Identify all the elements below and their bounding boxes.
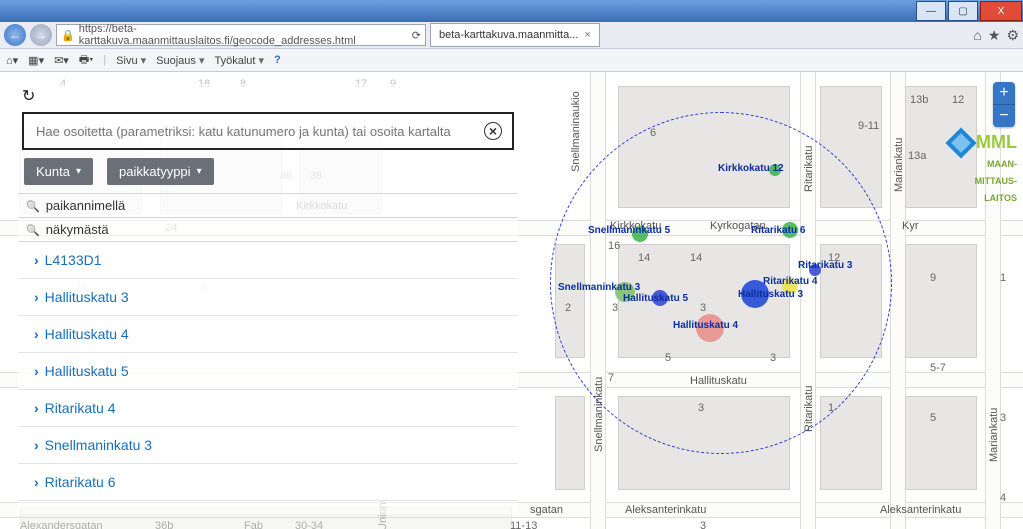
house-number: 4 xyxy=(1000,492,1006,504)
geocode-point-label: Hallituskatu 3 xyxy=(738,289,803,300)
browser-tab[interactable]: beta-karttakuva.maanmitta... × xyxy=(430,23,600,47)
reload-icon[interactable]: ⟳ xyxy=(412,29,421,42)
building-block xyxy=(905,244,977,358)
nav-forward-button[interactable]: → xyxy=(30,24,52,46)
url-text: https://beta-karttakuva.maanmittauslaito… xyxy=(79,23,408,47)
menu-page[interactable]: Sivu xyxy=(116,54,146,67)
tab-title: beta-karttakuva.maanmitta... xyxy=(439,29,578,41)
search-result-item[interactable]: Ritarikatu 6 xyxy=(18,464,518,501)
lock-icon: 🔒 xyxy=(61,29,75,42)
ie-command-bar: ⌂▾ ▦▾ ✉▾ 🖶▾ | Sivu Suojaus Työkalut ? xyxy=(0,49,1023,72)
street-label: Mariankatu xyxy=(893,138,905,192)
mml-diamond-icon xyxy=(945,127,976,158)
mail-icon[interactable]: ✉▾ xyxy=(54,54,69,67)
zoom-out-button[interactable]: − xyxy=(993,105,1015,127)
filter-paikkatyyppi-dropdown[interactable]: paikkatyyppi xyxy=(107,158,214,185)
address-search-box: × xyxy=(22,112,514,150)
nav-back-button[interactable]: ← xyxy=(4,24,26,46)
search-results-list: L4133D1Hallituskatu 3Hallituskatu 4Halli… xyxy=(18,241,518,501)
filter-by-view[interactable]: näkymästä xyxy=(18,217,518,241)
filter-by-placename[interactable]: paikannimellä xyxy=(18,193,518,217)
street-label: Mariankatu xyxy=(988,408,1000,462)
menu-security[interactable]: Suojaus xyxy=(156,54,204,67)
search-panel: ↻ × Kunta paikkatyyppi paikannimellä näk… xyxy=(18,84,518,514)
window-minimize[interactable]: — xyxy=(916,1,946,21)
favorites-icon[interactable]: ★ xyxy=(988,27,1001,44)
house-number: 3 xyxy=(700,520,706,529)
street-label: Aleksanterinkatu xyxy=(880,504,961,516)
house-number: 36b xyxy=(155,520,173,529)
house-number: 1 xyxy=(1000,272,1006,284)
search-result-item[interactable]: Snellmaninkatu 3 xyxy=(18,427,518,464)
geocode-point-label: Snellmaninkatu 3 xyxy=(558,282,640,293)
house-number: 9-11 xyxy=(858,120,879,132)
search-result-item[interactable]: Hallituskatu 3 xyxy=(18,279,518,316)
help-icon[interactable]: ? xyxy=(274,54,281,66)
street-label: Kyr xyxy=(902,220,919,232)
geocode-point-label: Ritarikatu 6 xyxy=(751,225,805,236)
home-small-icon[interactable]: ⌂▾ xyxy=(6,54,18,67)
house-number: 13a xyxy=(908,150,926,162)
house-number: 5-7 xyxy=(930,362,946,374)
geocode-point-label: Hallituskatu 4 xyxy=(673,320,738,331)
settings-gear-icon[interactable]: ⚙ xyxy=(1006,27,1019,44)
window-maximize[interactable]: ▢ xyxy=(948,1,978,21)
tab-close-icon[interactable]: × xyxy=(584,29,590,41)
feeds-icon[interactable]: ▦▾ xyxy=(28,54,44,67)
house-number: 30-34 xyxy=(295,520,323,529)
search-result-item[interactable]: L4133D1 xyxy=(18,242,518,279)
url-field[interactable]: 🔒 https://beta-karttakuva.maanmittauslai… xyxy=(56,24,426,46)
geocode-point-label: Kirkkokatu 12 xyxy=(718,163,784,174)
street-label: Alexandersgatan xyxy=(20,520,103,529)
window-titlebar: — ▢ X xyxy=(0,0,1023,22)
house-number: 13b xyxy=(910,94,928,106)
street-label: Snellmaninaukio xyxy=(570,91,582,172)
map-canvas[interactable]: Kirkkokatu Kirkkokatu Kyrkogatan Kyr Hal… xyxy=(0,72,1023,529)
house-number: 12 xyxy=(952,94,964,106)
search-result-item[interactable]: Hallituskatu 4 xyxy=(18,316,518,353)
browser-tools: ⌂ ★ ⚙ xyxy=(973,27,1019,44)
search-result-item[interactable]: Hallituskatu 5 xyxy=(18,353,518,390)
search-icon xyxy=(26,198,40,213)
street-label: Fab xyxy=(244,520,263,529)
building-block xyxy=(905,396,977,490)
search-result-item[interactable]: Ritarikatu 4 xyxy=(18,390,518,427)
browser-address-bar: ← → 🔒 https://beta-karttakuva.maanmittau… xyxy=(0,22,1023,49)
window-close[interactable]: X xyxy=(980,1,1022,21)
house-number: 3 xyxy=(1000,412,1006,424)
house-number: 11-13 xyxy=(510,520,537,529)
geocode-point-label: Snellmaninkatu 5 xyxy=(588,225,670,236)
home-icon[interactable]: ⌂ xyxy=(973,27,981,44)
geocode-point-label: Ritarikatu 3 xyxy=(798,260,852,271)
print-icon[interactable]: 🖶▾ xyxy=(79,51,93,70)
house-number: 5 xyxy=(930,412,936,424)
geocode-point-label: Hallituskatu 5 xyxy=(623,293,688,304)
clear-search-icon[interactable]: × xyxy=(484,122,502,140)
street-label: Aleksanterinkatu xyxy=(625,504,706,516)
search-icon xyxy=(26,222,40,237)
mml-logo: MML MAAN- MITTAUS- LAITOS xyxy=(950,132,1017,205)
geocode-point-label: Ritarikatu 4 xyxy=(763,276,817,287)
menu-tools[interactable]: Työkalut xyxy=(215,54,265,67)
street-label: sgatan xyxy=(530,504,563,516)
house-number: 9 xyxy=(930,272,936,284)
address-search-input[interactable] xyxy=(34,123,484,140)
panel-refresh-icon[interactable]: ↻ xyxy=(18,84,39,108)
zoom-in-button[interactable]: + xyxy=(993,82,1015,105)
building-block xyxy=(555,396,585,490)
filter-kunta-dropdown[interactable]: Kunta xyxy=(24,158,93,185)
zoom-control: + − xyxy=(993,82,1015,127)
